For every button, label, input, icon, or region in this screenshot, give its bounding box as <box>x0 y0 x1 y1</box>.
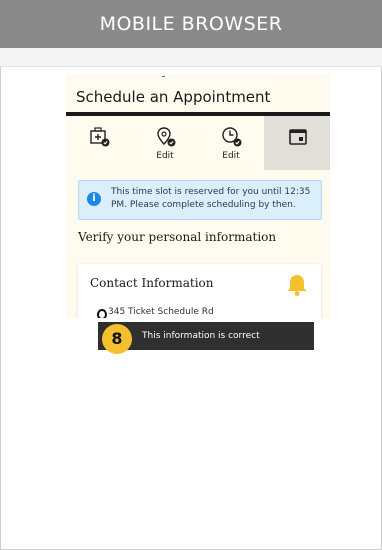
step-clinic[interactable] <box>66 116 132 170</box>
step-calendar[interactable] <box>264 116 330 170</box>
clinic-icon <box>90 127 110 147</box>
bell-icon <box>287 275 307 296</box>
location-icon <box>157 127 176 147</box>
header-divider <box>0 48 382 67</box>
scroll-indicator <box>162 76 165 77</box>
contact-card: Contact Information 345 Ticket Schedule … <box>78 264 321 318</box>
section-heading: Verify your personal information <box>78 230 277 244</box>
info-icon: i <box>87 192 101 206</box>
card-address: 345 Ticket Schedule Rd <box>108 307 214 317</box>
location-pin-icon <box>97 309 107 318</box>
step-label: Edit <box>156 151 174 161</box>
mobile-screen: Schedule an Appointment Edit Edit i This… <box>66 74 330 318</box>
callout-message: This information is correct <box>142 331 260 341</box>
app-title: Schedule an Appointment <box>76 88 271 106</box>
clock-icon <box>222 127 242 147</box>
calendar-icon <box>289 129 307 145</box>
progress-steps: Edit Edit <box>66 116 330 170</box>
step-label: Edit <box>222 151 240 161</box>
step-location[interactable]: Edit <box>132 116 198 170</box>
step-time[interactable]: Edit <box>198 116 264 170</box>
card-title: Contact Information <box>90 276 214 290</box>
notice-text: This time slot is reserved for you until… <box>111 187 311 210</box>
reservation-notice: i This time slot is reserved for you unt… <box>78 180 322 220</box>
page-title: MOBILE BROWSER <box>0 0 382 48</box>
step-number-badge: 8 <box>102 324 132 354</box>
